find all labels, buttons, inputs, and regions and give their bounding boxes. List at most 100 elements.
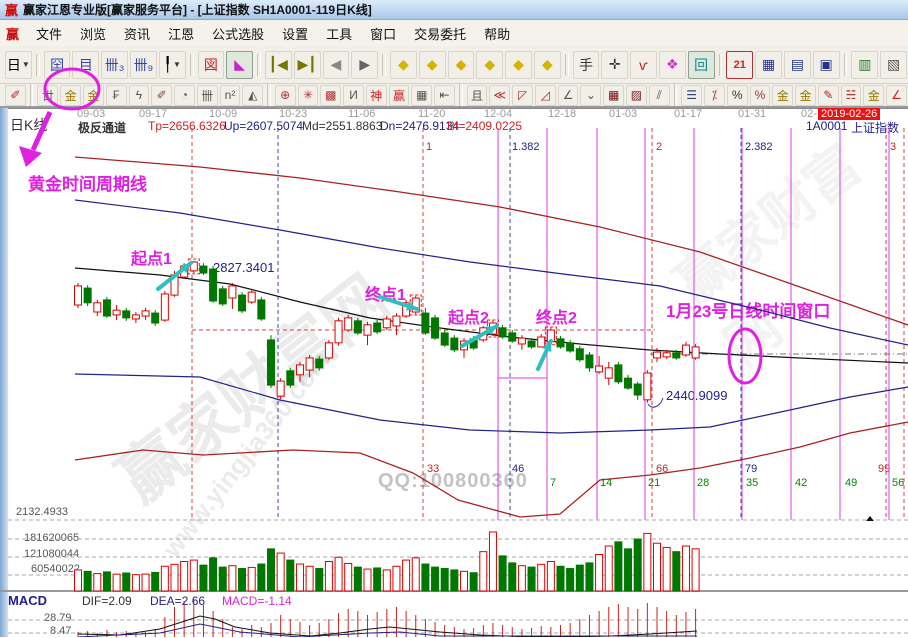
diamond-hspan-button[interactable]: ◆: [448, 51, 475, 79]
box-fan2-button[interactable]: ◿: [535, 85, 556, 106]
ladder-tool-button[interactable]: ☰: [681, 85, 702, 106]
golden-section2-button[interactable]: 金: [83, 85, 104, 106]
menu-item-工具[interactable]: 工具: [317, 24, 361, 43]
shen-grid-button[interactable]: 神: [366, 85, 387, 106]
gann-grid-button[interactable]: 丗: [37, 85, 58, 106]
golden-section-button[interactable]: 金: [60, 85, 81, 106]
menu-item-窗口[interactable]: 窗口: [361, 24, 405, 43]
golden-eq-button[interactable]: 金: [795, 85, 816, 106]
macd-tick-2: 8.47: [50, 625, 71, 637]
app-icon-small: 赢: [6, 24, 19, 43]
calculator-button[interactable]: ▦: [755, 51, 782, 79]
toolbar-separator: [36, 54, 40, 76]
stock-code-label: 1A0001: [806, 119, 847, 133]
menu-item-江恩[interactable]: 江恩: [159, 24, 203, 43]
date-tick-10-09: 10-09: [209, 108, 237, 120]
dark-grid2-button[interactable]: ▨: [626, 85, 647, 106]
diamond-left-button[interactable]: ◆: [390, 51, 417, 79]
thin-candle-button[interactable]: ╿▼: [159, 51, 186, 79]
gann-ratio-1: 1: [426, 141, 432, 153]
parallel-lines-button[interactable]: ⫽: [649, 85, 670, 106]
disk-export-button[interactable]: ▥: [851, 51, 878, 79]
gann5-button[interactable]: ϟ: [129, 85, 150, 106]
crosshair-tool-button[interactable]: ✛: [601, 51, 628, 79]
angle-tool-button[interactable]: ◭: [242, 85, 263, 106]
zone-select-button[interactable]: 囶: [44, 51, 71, 79]
diamond-right-button[interactable]: ◆: [419, 51, 446, 79]
menu-item-文件[interactable]: 文件: [27, 24, 71, 43]
brain-tool-button[interactable]: 回: [688, 51, 715, 79]
funnel-brush-button[interactable]: ✎: [818, 85, 839, 106]
box-fan-button[interactable]: ◸: [512, 85, 533, 106]
menu-item-设置[interactable]: 设置: [273, 24, 317, 43]
color-analysis-button[interactable]: ◣: [226, 51, 253, 79]
annotation-start1-price: 2827.3401: [213, 260, 274, 275]
pillar-tool-button[interactable]: 且: [467, 85, 488, 106]
save-floppy-button[interactable]: ▣: [813, 51, 840, 79]
percent-line-button[interactable]: ⁒: [704, 85, 725, 106]
hand-tool-button[interactable]: 手: [573, 51, 600, 79]
bars3-button[interactable]: 卌₃: [101, 51, 128, 79]
watermark-text: 赢家财富网: [96, 250, 405, 520]
kline-period-label: 日K线: [10, 115, 47, 135]
menu-item-浏览[interactable]: 浏览: [71, 24, 115, 43]
last-bar-button[interactable]: ▶┃: [294, 51, 321, 79]
menu-item-资讯[interactable]: 资讯: [115, 24, 159, 43]
date-tick-11-06: 11-06: [348, 108, 375, 120]
diamond-compress-button[interactable]: ◆: [476, 51, 503, 79]
date-tick-11-20: 11-20: [418, 108, 445, 120]
vcheck-tool-button[interactable]: ѵ: [630, 51, 657, 79]
span-tool-button[interactable]: ⇤: [434, 85, 455, 106]
angle-golden-button[interactable]: ∠: [886, 85, 907, 106]
date-tick-10-23: 10-23: [279, 108, 307, 120]
fan-red-button[interactable]: ≪: [489, 85, 510, 106]
brush-tool-button[interactable]: ✐: [5, 85, 26, 106]
date-tick-01-03: 01-03: [609, 108, 637, 120]
gann-circle-button[interactable]: ◔: [174, 85, 195, 106]
kchart-button[interactable]: 図: [198, 51, 225, 79]
gann-web-button[interactable]: ▩: [320, 85, 341, 106]
calendar-21-button[interactable]: 21: [726, 51, 753, 79]
macd-label[interactable]: MACD: [8, 593, 47, 608]
menu-item-公式选股[interactable]: 公式选股: [203, 24, 273, 43]
gann-star-button[interactable]: ✳: [298, 85, 319, 106]
info-view-button[interactable]: 目: [72, 51, 99, 79]
brush2-button[interactable]: ✐: [151, 85, 172, 106]
window-titlebar[interactable]: 赢 赢家江恩专业版[赢家服务平台] - [上证指数 SH1A0001-119日K…: [0, 0, 908, 20]
menu-item-帮助[interactable]: 帮助: [475, 24, 519, 43]
gann-wave-button[interactable]: И: [343, 85, 364, 106]
gann-ratio-2.382: 2.382: [745, 141, 773, 153]
computer-button[interactable]: ▧: [880, 51, 907, 79]
percent-eq-button[interactable]: %: [750, 85, 771, 106]
dark-grid-button[interactable]: ▦: [603, 85, 624, 106]
menu-items: 文件浏览资讯江恩公式选股设置工具窗口交易委托帮助: [27, 24, 519, 43]
prev-bar-button[interactable]: ◀: [323, 51, 350, 79]
ying-grid-button[interactable]: 赢: [389, 85, 410, 106]
gann-target-button[interactable]: ⊕: [275, 85, 296, 106]
gann-lines-button[interactable]: 卌: [197, 85, 218, 106]
wave-a-button[interactable]: ☵: [841, 85, 862, 106]
golden-circle-button[interactable]: 金: [772, 85, 793, 106]
n-square-button[interactable]: n²: [220, 85, 241, 106]
v-lines-button[interactable]: ⌄: [580, 85, 601, 106]
fibonacci-f-button[interactable]: ₣: [106, 85, 127, 106]
gann-ratio-3: 3: [890, 141, 896, 153]
angle-lines-button[interactable]: ∠: [558, 85, 579, 106]
notebook-button[interactable]: ▤: [784, 51, 811, 79]
next-bar-button[interactable]: ▶: [351, 51, 378, 79]
diamond-cross-button[interactable]: ◆: [534, 51, 561, 79]
gann-week-49: 49: [845, 477, 857, 489]
first-bar-button[interactable]: ┃◀: [265, 51, 292, 79]
grid-123-button[interactable]: ▦: [411, 85, 432, 106]
flower-tool-button[interactable]: ❖: [659, 51, 686, 79]
diamond-expand-button[interactable]: ◆: [505, 51, 532, 79]
annotation-start1: 起点1: [131, 245, 172, 269]
gann-count-33: 33: [427, 463, 439, 475]
bars9-button[interactable]: 卌₉: [130, 51, 157, 79]
menu-item-交易委托[interactable]: 交易委托: [405, 24, 475, 43]
golden-bold-button[interactable]: 金: [863, 85, 884, 106]
percent-button[interactable]: %: [727, 85, 748, 106]
kline-period-button[interactable]: 日▼: [5, 51, 32, 79]
gann-count-99: 99: [878, 463, 890, 475]
volume-tick-2: 121080044: [24, 548, 79, 560]
